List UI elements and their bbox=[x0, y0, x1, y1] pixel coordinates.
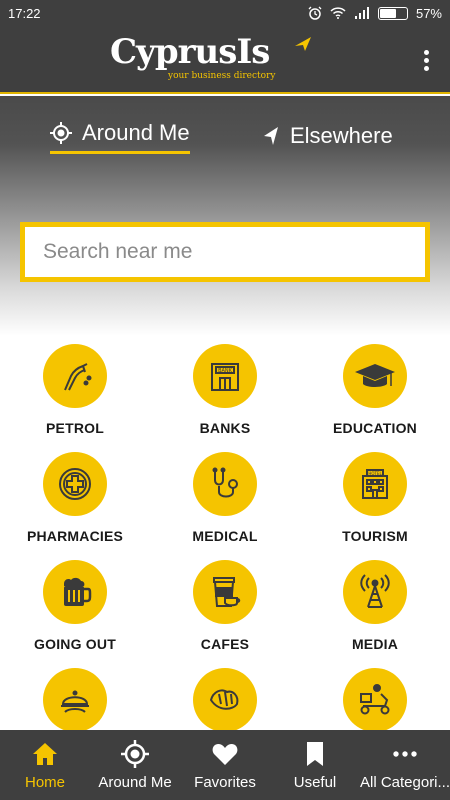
category-petrol[interactable]: PETROL bbox=[0, 344, 150, 436]
status-time: 17:22 bbox=[8, 5, 41, 21]
location-tabs: Around Me Elsewhere bbox=[0, 96, 450, 166]
category-going-out[interactable]: GOING OUT bbox=[0, 560, 150, 652]
crosshair-icon bbox=[121, 740, 149, 768]
bookmark-icon bbox=[307, 742, 323, 766]
heart-icon bbox=[212, 744, 238, 765]
bottom-nav: Home Around Me Favorites Useful All Cate… bbox=[0, 730, 450, 800]
stethoscope-icon bbox=[212, 467, 238, 498]
category-restaurants[interactable] bbox=[0, 668, 150, 730]
crosshair-icon bbox=[50, 121, 72, 144]
nav-favorites[interactable]: Favorites bbox=[180, 730, 270, 800]
battery-percent: 57% bbox=[415, 5, 442, 21]
tab-around-me-label: Around Me bbox=[82, 119, 190, 145]
battery-icon bbox=[377, 6, 408, 20]
category-banks[interactable]: BANK BANKS bbox=[150, 344, 300, 436]
category-grid: PETROL BANK BANKS EDUCATION PHARMACIES M… bbox=[0, 344, 450, 730]
category-delivery[interactable] bbox=[300, 668, 450, 730]
svg-text:BANK: BANK bbox=[218, 368, 233, 374]
category-label: GOING OUT bbox=[34, 636, 116, 652]
category-label: TOURISM bbox=[342, 528, 408, 544]
category-label: BANKS bbox=[199, 420, 251, 436]
delivery-scooter-icon bbox=[360, 684, 390, 715]
nav-all-categories-label: All Categori... bbox=[360, 774, 450, 791]
search-box bbox=[20, 222, 430, 282]
coffee-cup-icon bbox=[213, 577, 241, 607]
category-cafes[interactable]: CAFES bbox=[150, 560, 300, 652]
logo-tagline: your business directory bbox=[168, 71, 276, 81]
alarm-icon bbox=[308, 6, 322, 20]
nav-favorites-label: Favorites bbox=[194, 774, 256, 791]
category-label: PHARMACIES bbox=[26, 528, 124, 544]
logo-text: CyprusIs bbox=[110, 32, 270, 72]
category-media[interactable]: MEDIA bbox=[300, 560, 450, 652]
nav-around-me-label: Around Me bbox=[98, 774, 172, 791]
beer-mug-icon bbox=[64, 577, 92, 606]
nav-around-me[interactable]: Around Me bbox=[90, 730, 180, 800]
nav-useful-label: Useful bbox=[293, 774, 337, 791]
nav-useful[interactable]: Useful bbox=[270, 730, 360, 800]
search-input[interactable] bbox=[25, 227, 425, 277]
fuel-nozzle-icon bbox=[64, 363, 92, 391]
navigation-arrow-icon bbox=[264, 127, 278, 145]
category-pharmacies[interactable]: PHARMACIES bbox=[0, 452, 150, 544]
bank-building-icon: BANK bbox=[211, 363, 239, 391]
wifi-icon bbox=[330, 7, 346, 19]
category-label: EDUCATION bbox=[333, 420, 417, 436]
bakery-icon bbox=[209, 689, 239, 710]
signal-icon bbox=[354, 7, 369, 19]
broadcast-tower-icon bbox=[360, 574, 390, 608]
hotel-icon: HOTEL bbox=[362, 469, 388, 499]
food-cloche-icon bbox=[61, 690, 89, 713]
logo-arrow-icon bbox=[295, 37, 311, 51]
app-bar: CyprusIs your business directory bbox=[0, 26, 450, 94]
app-logo: CyprusIs your business directory bbox=[110, 34, 320, 88]
category-education[interactable]: EDUCATION bbox=[300, 344, 450, 436]
pharmacy-cross-icon bbox=[59, 468, 91, 500]
category-bakery[interactable] bbox=[150, 668, 300, 730]
nav-all-categories[interactable]: All Categori... bbox=[360, 730, 450, 800]
category-medical[interactable]: MEDICAL bbox=[150, 452, 300, 544]
tab-around-me[interactable]: Around Me bbox=[50, 118, 190, 154]
category-label: CAFES bbox=[200, 636, 250, 652]
graduation-cap-icon bbox=[355, 364, 395, 387]
more-vert-icon[interactable] bbox=[424, 50, 430, 74]
category-label: MEDICAL bbox=[192, 528, 258, 544]
nav-home-label: Home bbox=[24, 774, 65, 791]
category-tourism[interactable]: HOTEL TOURISM bbox=[300, 452, 450, 544]
nav-home[interactable]: Home bbox=[0, 730, 90, 800]
search-hero: Around Me Elsewhere bbox=[0, 96, 450, 336]
category-label: MEDIA bbox=[351, 636, 399, 652]
tab-elsewhere-label: Elsewhere bbox=[290, 123, 393, 148]
tab-elsewhere[interactable]: Elsewhere bbox=[262, 118, 393, 154]
status-bar: 17:22 57% bbox=[0, 0, 450, 26]
svg-text:HOTEL: HOTEL bbox=[368, 471, 382, 476]
home-icon bbox=[33, 743, 57, 765]
category-label: PETROL bbox=[46, 420, 104, 436]
more-horiz-icon bbox=[393, 751, 417, 757]
